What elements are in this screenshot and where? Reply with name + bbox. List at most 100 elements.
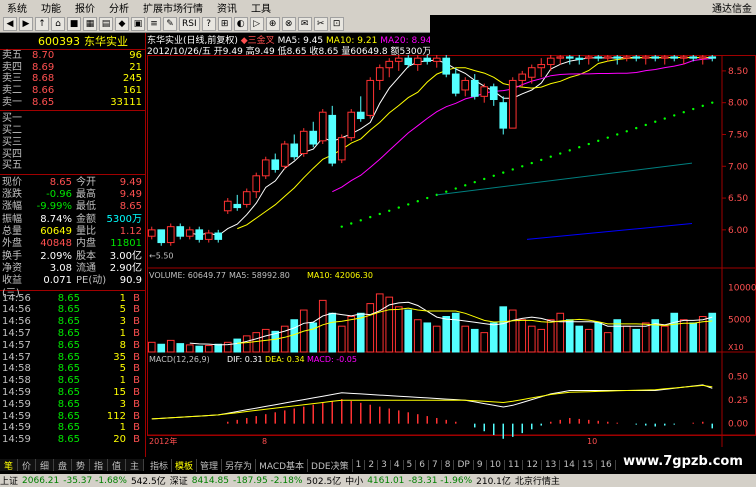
tick-direction: B xyxy=(133,304,140,316)
indicator-tab-2[interactable]: 管理 xyxy=(197,458,223,472)
indicator-tab-5[interactable]: DDE决策 xyxy=(308,458,353,472)
left-tab-1[interactable]: 价 xyxy=(18,459,36,472)
volume-ma10-label: MA10: 42006.30 xyxy=(307,271,373,280)
toolbar-button-5[interactable]: ▦ xyxy=(83,16,97,31)
indicator-tab-3[interactable]: 另存为 xyxy=(222,458,257,472)
tick-direction: B xyxy=(133,327,140,339)
sar-dot xyxy=(549,155,552,158)
sar-dot xyxy=(502,171,505,174)
menu-item-3[interactable]: 分析 xyxy=(102,0,136,15)
left-tab-6[interactable]: 值 xyxy=(108,459,126,472)
toolbar-button-3[interactable]: ⌂ xyxy=(51,16,65,31)
toolbar-button-10[interactable]: ✎ xyxy=(163,16,177,31)
toolbar-button-1[interactable]: ▶ xyxy=(19,16,33,31)
left-tab-5[interactable]: 指 xyxy=(90,459,108,472)
tick-volume: 35 xyxy=(113,351,126,363)
toolbar-button-8[interactable]: ▣ xyxy=(131,16,145,31)
orderbook-volume: 245 xyxy=(122,73,142,85)
toolbar-button-4[interactable]: ■ xyxy=(67,16,81,31)
indicator-tab-7[interactable]: 2 xyxy=(365,460,379,470)
toolbar-extra-button-7[interactable]: ✂ xyxy=(313,16,328,31)
toolbar-extra-button-8[interactable]: ⊡ xyxy=(329,16,344,31)
menu-item-5[interactable]: 资讯 xyxy=(210,0,244,15)
indicator-tab-9[interactable]: 4 xyxy=(391,460,404,470)
indicator-tab-16[interactable]: 10 xyxy=(487,460,506,470)
price-axis-label: 8.00 xyxy=(728,99,748,109)
candle-body xyxy=(280,143,289,167)
tick-price: 8.65 xyxy=(57,422,80,434)
kline-chart[interactable]: 8.50 8.00 7.50 7.00 6.50 6.00 ←5.50 VOLUME: 606… xyxy=(147,55,756,457)
indicator-tab-15[interactable]: 9 xyxy=(474,460,487,470)
volume-bar xyxy=(489,322,498,353)
price-axis-label: 7.00 xyxy=(728,162,748,172)
indicator-tab-17[interactable]: 11 xyxy=(505,460,524,470)
left-tab-4[interactable]: 势 xyxy=(72,459,90,472)
dif-label: DIF: 0.31 xyxy=(227,355,263,364)
menu-item-1[interactable]: 功能 xyxy=(34,0,68,15)
toolbar-button-6[interactable]: ▤ xyxy=(99,16,113,31)
left-tab-0[interactable]: 笔 xyxy=(0,459,18,472)
candle-body xyxy=(470,79,479,97)
candle-body xyxy=(670,56,679,59)
stat-value: 9.49 xyxy=(119,176,142,188)
menu-item-0[interactable]: 系统 xyxy=(0,0,34,15)
indicator-tab-14[interactable]: DP xyxy=(454,460,474,470)
sar-dot xyxy=(407,203,410,206)
menu-item-6[interactable]: 工具 xyxy=(244,0,278,15)
candle-body xyxy=(242,191,251,205)
status-item-9: 4161.01 xyxy=(367,475,405,486)
indicator-tab-8[interactable]: 3 xyxy=(378,460,391,470)
left-tab-3[interactable]: 盘 xyxy=(54,459,72,472)
stat-value: 8.74% xyxy=(40,213,72,225)
toolbar-button-7[interactable]: ◆ xyxy=(115,16,129,31)
tick-direction: B xyxy=(133,434,140,446)
toolbar-extra-button-1[interactable]: ⊞ xyxy=(217,16,232,31)
toolbar-extra-button-5[interactable]: ⊗ xyxy=(281,16,296,31)
volume-bar xyxy=(632,328,641,353)
rsi-button[interactable]: RSI xyxy=(179,16,200,31)
signal-label: ◆三金叉 xyxy=(240,36,275,44)
stat-row: 外盘 40848 内盘 11801 xyxy=(0,238,145,250)
indicator-tab-11[interactable]: 6 xyxy=(416,460,430,470)
indicator-tab-19[interactable]: 13 xyxy=(542,460,561,470)
menu-item-2[interactable]: 报价 xyxy=(68,0,102,15)
toolbar-extra-button-3[interactable]: ▷ xyxy=(249,16,264,31)
toolbar-button-2[interactable]: ↑ xyxy=(35,16,49,31)
quote-panel: 600393 东华实业 卖五 8.70 96 卖四 8.69 21 卖三 8.68 245 卖二 8… xyxy=(0,33,146,457)
tick-price: 8.65 xyxy=(57,434,80,446)
indicator-tab-21[interactable]: 15 xyxy=(579,460,598,470)
volume-bar xyxy=(185,344,194,353)
volume-bar xyxy=(670,312,679,353)
indicator-tab-20[interactable]: 14 xyxy=(560,460,579,470)
candle-body xyxy=(499,102,508,129)
candle-body xyxy=(394,57,403,62)
toolbar-button-9[interactable]: ≡ xyxy=(147,16,161,31)
candle-body xyxy=(641,56,650,59)
candle-body xyxy=(461,79,470,91)
indicator-tab-12[interactable]: 7 xyxy=(429,460,442,470)
toolbar-extra-button-0[interactable]: ? xyxy=(201,16,216,31)
indicator-tab-6[interactable]: 1 xyxy=(353,460,366,470)
stat-label: 最高 xyxy=(76,189,96,201)
bid-list: 买一 买二 买三 买四 买五 xyxy=(0,113,145,171)
indicator-tab-18[interactable]: 12 xyxy=(523,460,542,470)
left-tab-2[interactable]: 细 xyxy=(36,459,54,472)
toolbar-extra-button-6[interactable]: ✉ xyxy=(297,16,312,31)
tick-price: 8.65 xyxy=(57,386,80,398)
indicator-tab-13[interactable]: 8 xyxy=(442,460,455,470)
left-tab-7[interactable]: 主 xyxy=(126,459,144,472)
indicator-tab-0[interactable]: 指标 xyxy=(147,458,173,472)
divider xyxy=(0,110,145,112)
tick-volume: 1 xyxy=(119,327,126,339)
indicator-tab-1[interactable]: 模板 xyxy=(172,458,198,472)
sar-dot xyxy=(454,187,457,190)
toolbar-extra-button-2[interactable]: ◐ xyxy=(233,16,248,31)
toolbar-button-0[interactable]: ◀ xyxy=(3,16,17,31)
indicator-tab-10[interactable]: 5 xyxy=(404,460,417,470)
sar-dot xyxy=(606,136,609,139)
indicator-tab-4[interactable]: MACD基本 xyxy=(256,458,309,472)
candle-body xyxy=(698,56,707,59)
menu-item-4[interactable]: 扩展市场行情 xyxy=(136,0,210,15)
toolbar-extra-button-4[interactable]: ⊕ xyxy=(265,16,280,31)
stat-row: 涨幅 -9.99% 最低 8.65 xyxy=(0,201,145,213)
